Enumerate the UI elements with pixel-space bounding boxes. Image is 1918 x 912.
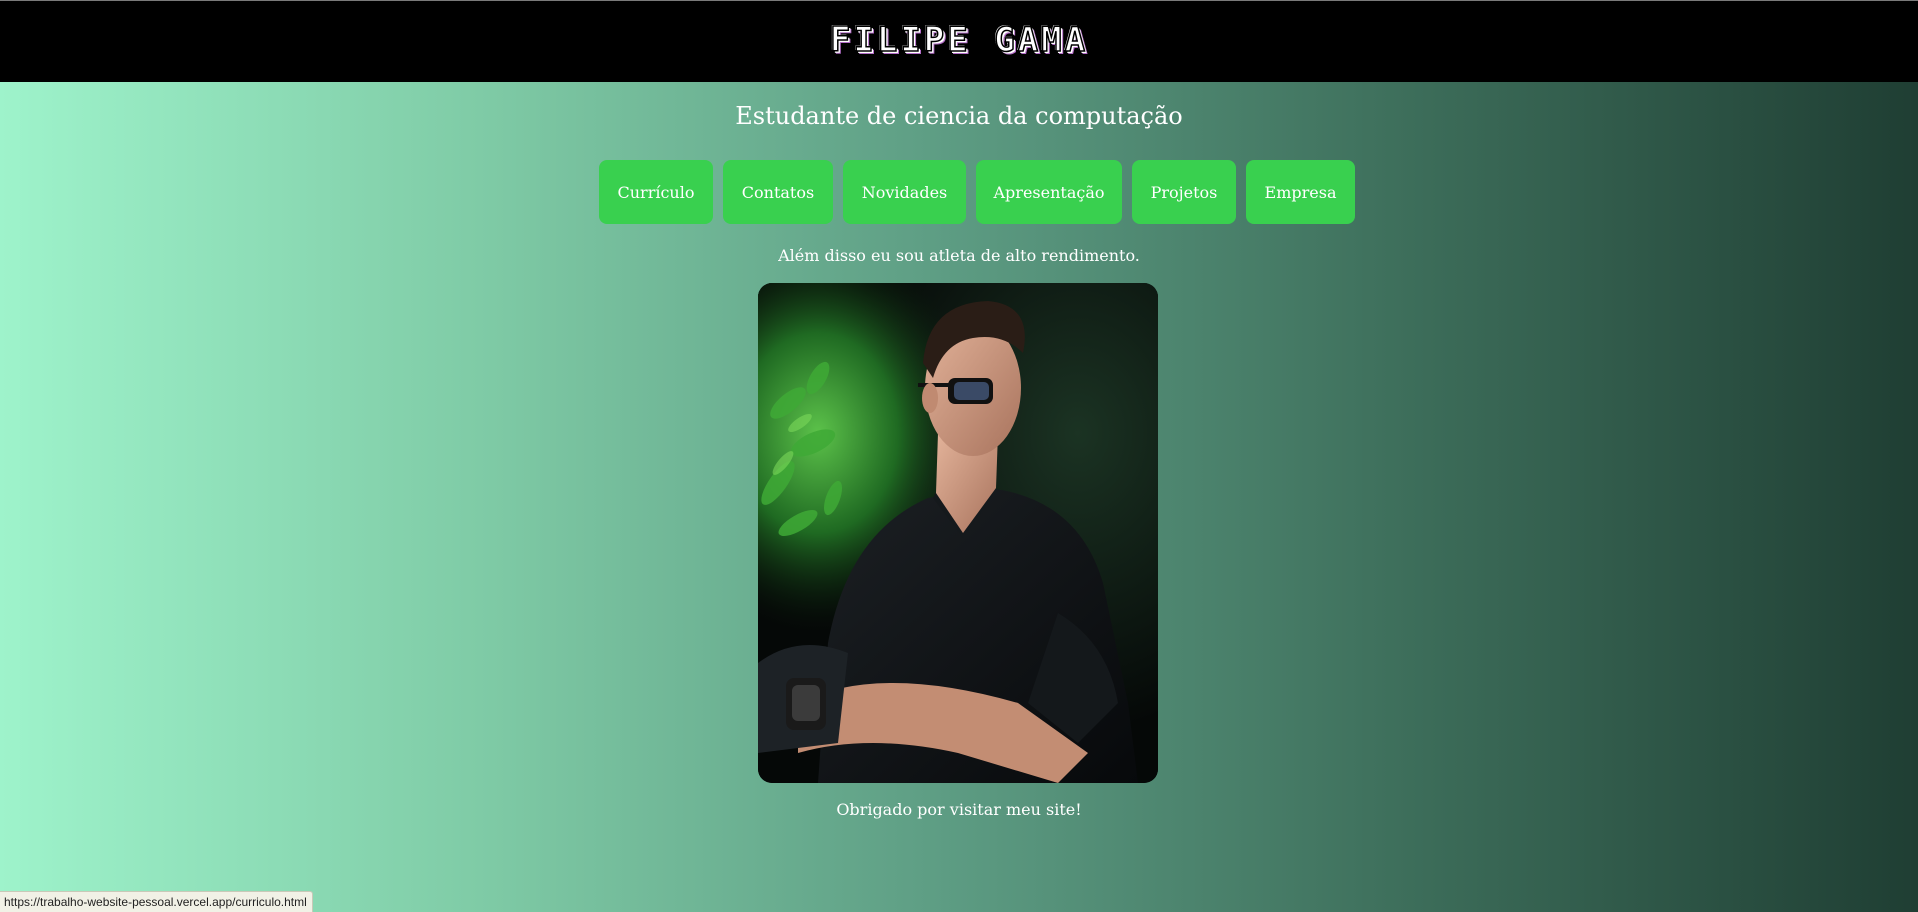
nav-button-empresa[interactable]: Empresa (1246, 160, 1355, 224)
nav-button-curriculo[interactable]: Currículo (599, 160, 713, 224)
nav-button-projetos[interactable]: Projetos (1132, 160, 1236, 224)
athlete-caption: Além disso eu sou atleta de alto rendime… (778, 246, 1140, 265)
site-header: FILIPE GAMA (0, 1, 1918, 82)
page-subtitle: Estudante de ciencia da computação (735, 102, 1183, 130)
nav-button-apresentacao[interactable]: Apresentação (976, 160, 1122, 224)
profile-photo (758, 283, 1158, 783)
nav-button-contatos[interactable]: Contatos (723, 160, 833, 224)
browser-status-bar: https://trabalho-website-pessoal.vercel.… (0, 891, 313, 912)
thanks-message: Obrigado por visitar meu site! (836, 800, 1082, 819)
nav-button-novidades[interactable]: Novidades (843, 160, 966, 224)
main-nav: Currículo Contatos Novidades Apresentaçã… (599, 160, 1355, 224)
site-logo: FILIPE GAMA (829, 19, 1089, 61)
